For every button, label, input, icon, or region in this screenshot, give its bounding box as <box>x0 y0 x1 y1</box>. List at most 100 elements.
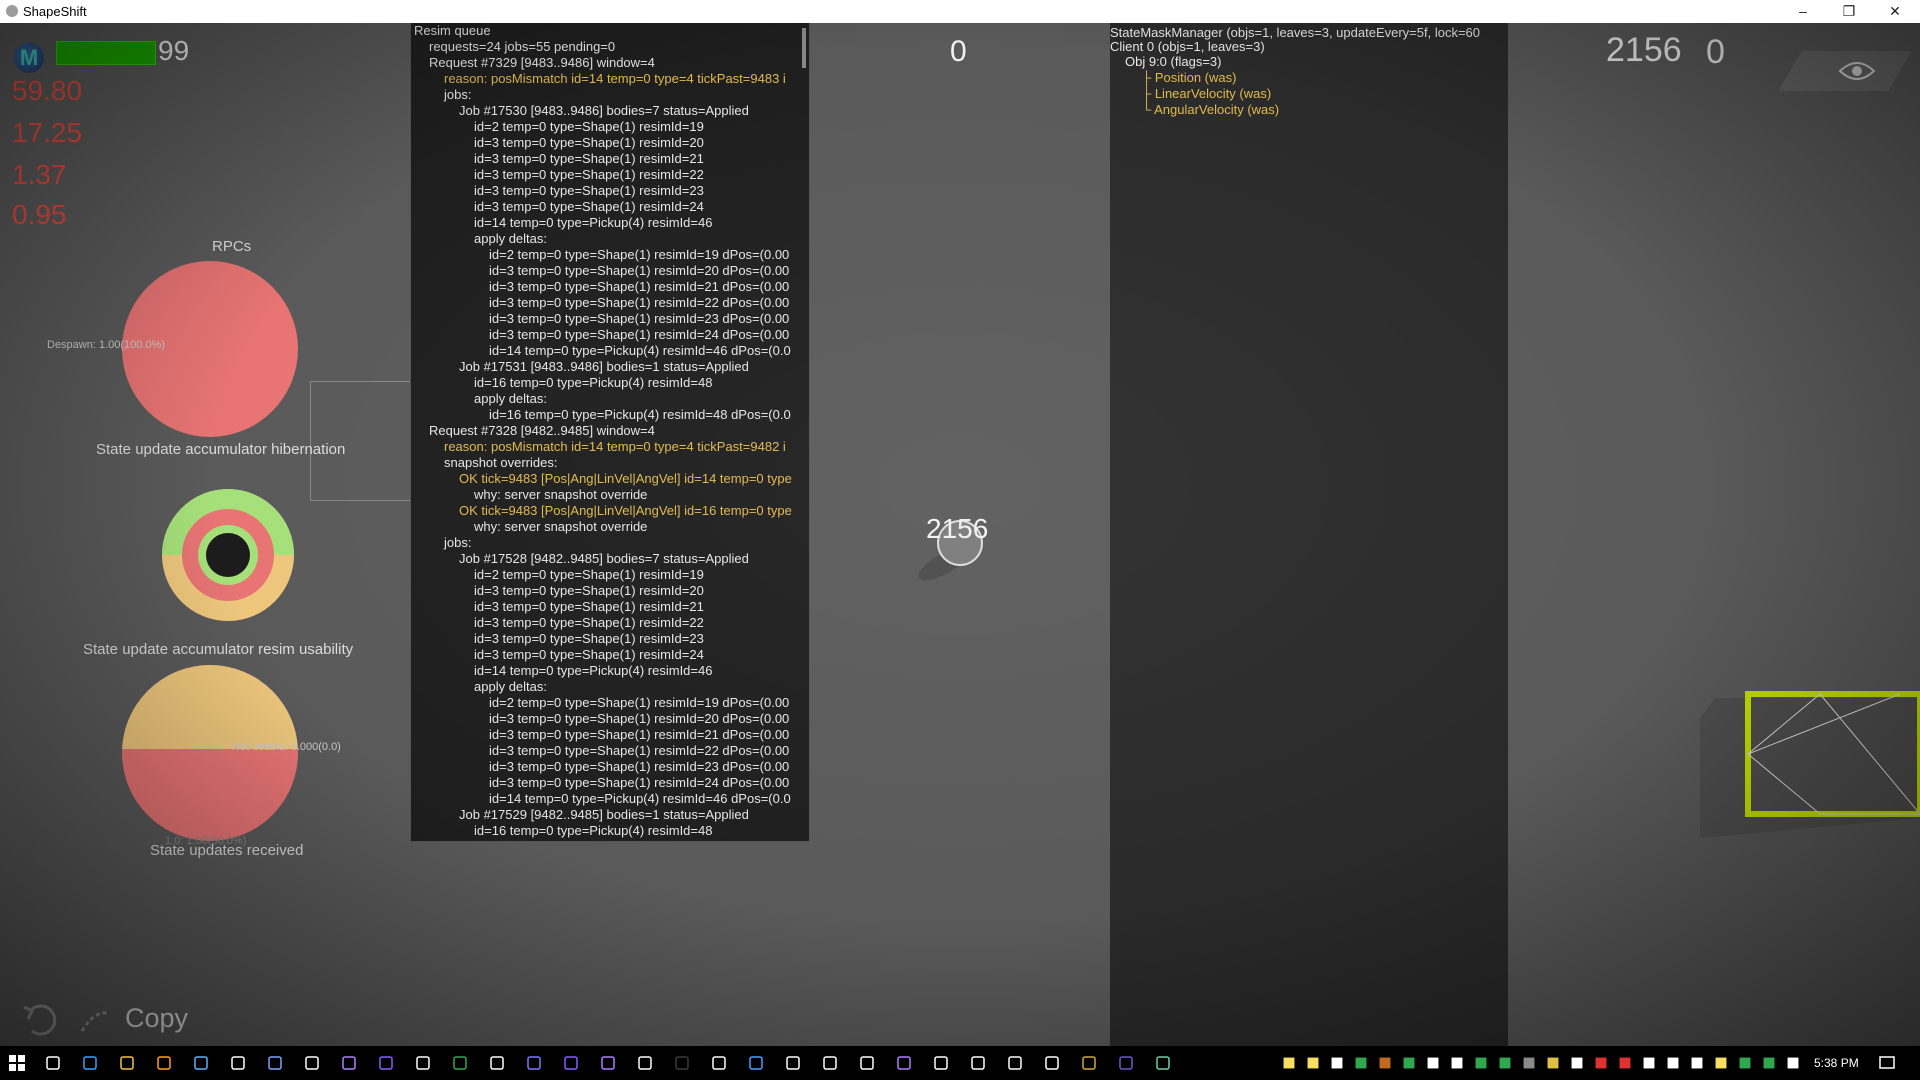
tray-icon[interactable] <box>1762 1056 1776 1070</box>
taskbar-app-icon[interactable] <box>932 1054 950 1072</box>
center-counter: 0 <box>950 35 967 68</box>
tray-icon[interactable] <box>1330 1056 1344 1070</box>
tray-icon[interactable] <box>1498 1056 1512 1070</box>
close-button[interactable]: ✕ <box>1872 0 1918 23</box>
resim-queue-line: id=2 temp=0 type=Shape(1) resimId=19 dPo… <box>489 695 790 710</box>
tray-icon[interactable] <box>1642 1056 1656 1070</box>
taskbar-app-icon[interactable] <box>599 1054 617 1072</box>
taskbar-app-icon[interactable] <box>488 1054 506 1072</box>
taskbar-app-icon[interactable] <box>1117 1054 1135 1072</box>
resim-queue-line: reason: posMismatch id=14 temp=0 type=4 … <box>444 439 786 454</box>
taskbar-app-icon[interactable] <box>636 1054 654 1072</box>
taskbar-app-icon[interactable] <box>118 1054 136 1072</box>
tray-icon[interactable] <box>1402 1056 1416 1070</box>
taskbar-app-icon[interactable] <box>895 1054 913 1072</box>
tray-icon[interactable] <box>1786 1056 1800 1070</box>
resim-overlap-label: Not usable: 0.000(0.0) <box>232 741 341 753</box>
state-mask-panel <box>1110 23 1508 1046</box>
tray-icon[interactable] <box>1450 1056 1464 1070</box>
taskbar-app-icon[interactable] <box>155 1054 173 1072</box>
game-viewport[interactable]: M 99 59.80 17.25 1.37 0.95 RPCs Despawn:… <box>0 23 1920 1046</box>
state-mask-header: StateMaskManager (objs=1, leaves=3, upda… <box>1110 25 1480 40</box>
taskbar-app-icon[interactable] <box>673 1054 691 1072</box>
tray-icon[interactable] <box>1690 1056 1704 1070</box>
redo-icon[interactable] <box>78 1007 112 1035</box>
taskbar-app-icon[interactable] <box>44 1054 62 1072</box>
eye-icon[interactable] <box>1838 59 1876 83</box>
resim-queue-panel[interactable]: Resim queue requests=24 jobs=55 pending=0… <box>410 23 810 842</box>
tray-icon[interactable] <box>1354 1056 1368 1070</box>
taskbar-app-icon[interactable] <box>340 1054 358 1072</box>
resim-queue-line: id=3 temp=0 type=Shape(1) resimId=23 dPo… <box>489 759 790 774</box>
tray-icon[interactable] <box>1546 1056 1560 1070</box>
world-object-label: 2156 <box>926 513 989 544</box>
taskbar-app-icon[interactable] <box>784 1054 802 1072</box>
tray-icon[interactable] <box>1282 1056 1296 1070</box>
start-icon[interactable] <box>8 1054 26 1072</box>
tray-icon[interactable] <box>1618 1056 1632 1070</box>
rpcs-slice-label: Despawn: 1.00(100.0%) <box>47 339 166 351</box>
resim-queue-line: id=2 temp=0 type=Shape(1) resimId=19 dPo… <box>489 247 790 262</box>
tray-icon[interactable] <box>1306 1056 1320 1070</box>
resim-queue-line: id=3 temp=0 type=Shape(1) resimId=24 dPo… <box>489 775 790 790</box>
hibernation-donut-chart <box>162 489 294 621</box>
taskbar-app-icon[interactable] <box>266 1054 284 1072</box>
taskbar-app-icon[interactable] <box>451 1054 469 1072</box>
resim-queue-line: jobs: <box>444 87 472 102</box>
taskbar-app-icon[interactable] <box>1043 1054 1061 1072</box>
taskbar-app-icon[interactable] <box>858 1054 876 1072</box>
received-chart-title: State updates received <box>150 842 304 859</box>
taskbar-app-icon[interactable] <box>377 1054 395 1072</box>
resim-queue-line: id=3 temp=0 type=Shape(1) resimId=21 dPo… <box>489 727 790 742</box>
state-mask-leaf-angular-velocity: └ AngularVelocity (was) <box>1142 102 1280 117</box>
tray-icon[interactable] <box>1426 1056 1440 1070</box>
taskbar-app-icon[interactable] <box>229 1054 247 1072</box>
taskbar-app-icon[interactable] <box>747 1054 765 1072</box>
resim-queue-line: reason: posMismatch id=14 temp=0 type=4 … <box>444 71 786 86</box>
tray-icon[interactable] <box>1522 1056 1536 1070</box>
taskbar-app-icon[interactable] <box>414 1054 432 1072</box>
taskbar-app-icon[interactable] <box>969 1054 987 1072</box>
resim-queue-line: id=3 temp=0 type=Shape(1) resimId=20 dPo… <box>489 711 790 726</box>
tray-icon[interactable] <box>1378 1056 1392 1070</box>
health-value: 99 <box>158 35 190 66</box>
taskbar-app-icon[interactable] <box>303 1054 321 1072</box>
taskbar-app-icon[interactable] <box>192 1054 210 1072</box>
minimize-button[interactable]: – <box>1780 0 1826 23</box>
stat-value-4: 0.95 <box>12 199 67 230</box>
window-title: ShapeShift <box>23 4 87 19</box>
copy-button[interactable]: Copy <box>125 1003 188 1034</box>
taskbar-app-icon[interactable] <box>821 1054 839 1072</box>
resim-queue-line: apply deltas: <box>474 231 547 246</box>
hibernation-donut-hole <box>206 533 250 577</box>
resim-queue-line: id=3 temp=0 type=Shape(1) resimId=24 <box>474 647 704 662</box>
taskbar-app-icon[interactable] <box>81 1054 99 1072</box>
taskbar: 5:38 PM <box>0 1046 1920 1080</box>
notification-icon[interactable] <box>1878 1054 1896 1072</box>
panel-scrollbar[interactable] <box>802 28 806 68</box>
taskbar-app-icon[interactable] <box>525 1054 543 1072</box>
tray-icon[interactable] <box>1474 1056 1488 1070</box>
resim-queue-line: id=3 temp=0 type=Shape(1) resimId=22 dPo… <box>489 295 790 310</box>
resim-queue-line: id=14 temp=0 type=Pickup(4) resimId=46 d… <box>489 343 791 358</box>
tray-icon[interactable] <box>1570 1056 1584 1070</box>
restore-button[interactable]: ❐ <box>1826 0 1872 23</box>
taskbar-app-icon[interactable] <box>710 1054 728 1072</box>
taskbar-app-icon[interactable] <box>1154 1054 1172 1072</box>
taskbar-app-icon[interactable] <box>562 1054 580 1072</box>
undo-icon[interactable] <box>22 1001 62 1041</box>
player-logo-icon: M <box>14 43 44 73</box>
tray-icon[interactable] <box>1594 1056 1608 1070</box>
tray-icon[interactable] <box>1666 1056 1680 1070</box>
resim-pie-chart <box>122 665 298 841</box>
resim-queue-line: id=3 temp=0 type=Shape(1) resimId=23 <box>474 183 704 198</box>
resim-queue-line: id=2 temp=0 type=Shape(1) resimId=19 <box>474 567 704 582</box>
tray-icon[interactable] <box>1738 1056 1752 1070</box>
hibernation-chart-title: State update accumulator hibernation <box>96 441 346 458</box>
taskbar-app-icon[interactable] <box>1006 1054 1024 1072</box>
rpcs-chart-title: RPCs <box>212 238 252 255</box>
tray-icon[interactable] <box>1714 1056 1728 1070</box>
taskbar-app-icon[interactable] <box>1080 1054 1098 1072</box>
stat-value-1: 59.80 <box>12 75 83 106</box>
tray-clock[interactable]: 5:38 PM <box>1814 1056 1859 1070</box>
